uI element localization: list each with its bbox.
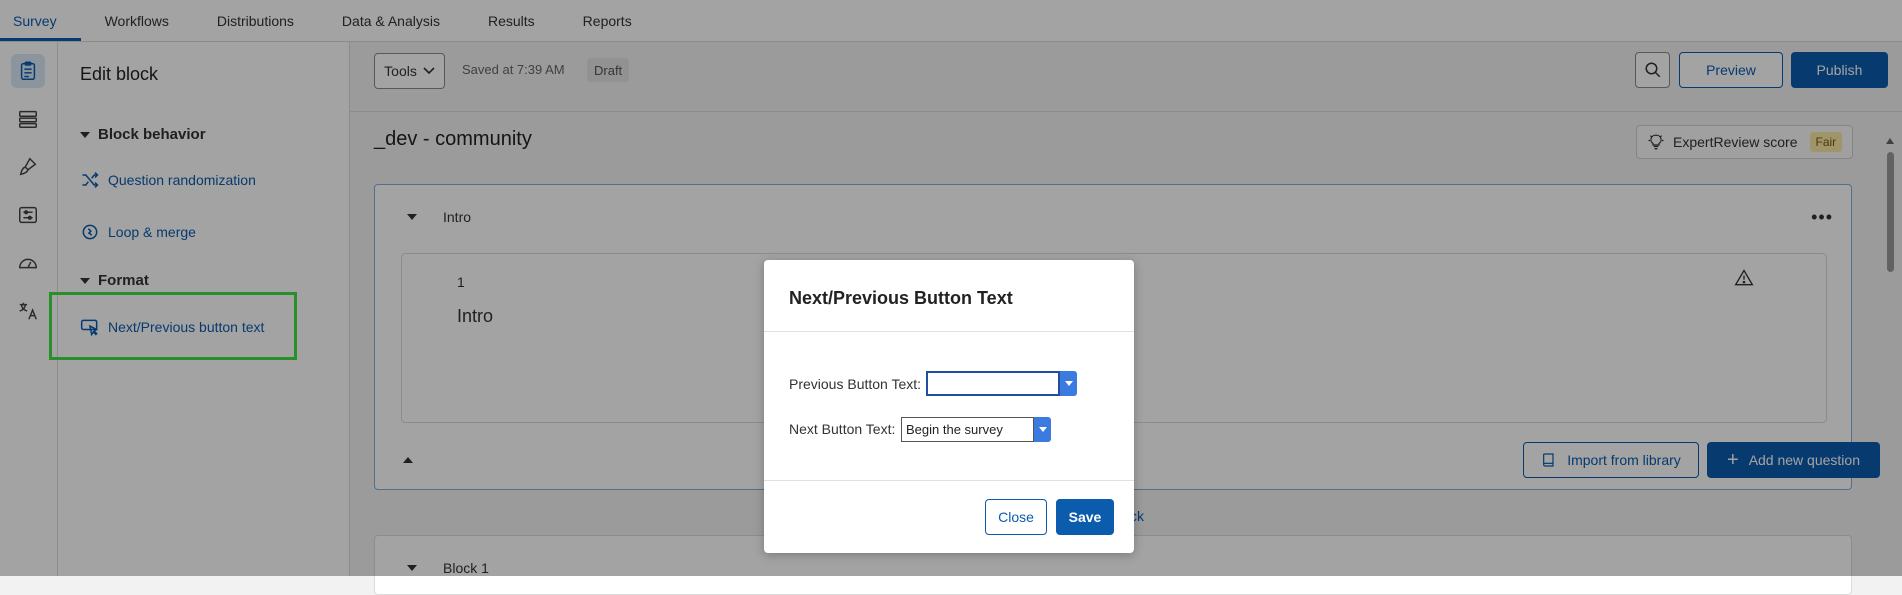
next-button-combo	[901, 417, 1051, 442]
next-dropdown-button[interactable]	[1034, 417, 1051, 442]
button-text-dialog: Next/Previous Button Text Previous Butto…	[764, 260, 1134, 553]
caret-down-icon	[1064, 381, 1073, 386]
previous-button-label: Previous Button Text:	[789, 376, 922, 392]
previous-button-combo	[926, 371, 1077, 396]
next-button-label: Next Button Text:	[789, 421, 896, 437]
caret-down-icon	[1038, 427, 1047, 432]
close-button[interactable]: Close	[985, 499, 1047, 535]
save-button[interactable]: Save	[1056, 499, 1114, 535]
divider	[764, 331, 1134, 332]
previous-button-input[interactable]	[926, 371, 1060, 396]
divider	[764, 480, 1134, 481]
dialog-title: Next/Previous Button Text	[789, 288, 1013, 308]
previous-dropdown-button[interactable]	[1060, 371, 1077, 396]
next-button-input[interactable]	[901, 417, 1034, 442]
